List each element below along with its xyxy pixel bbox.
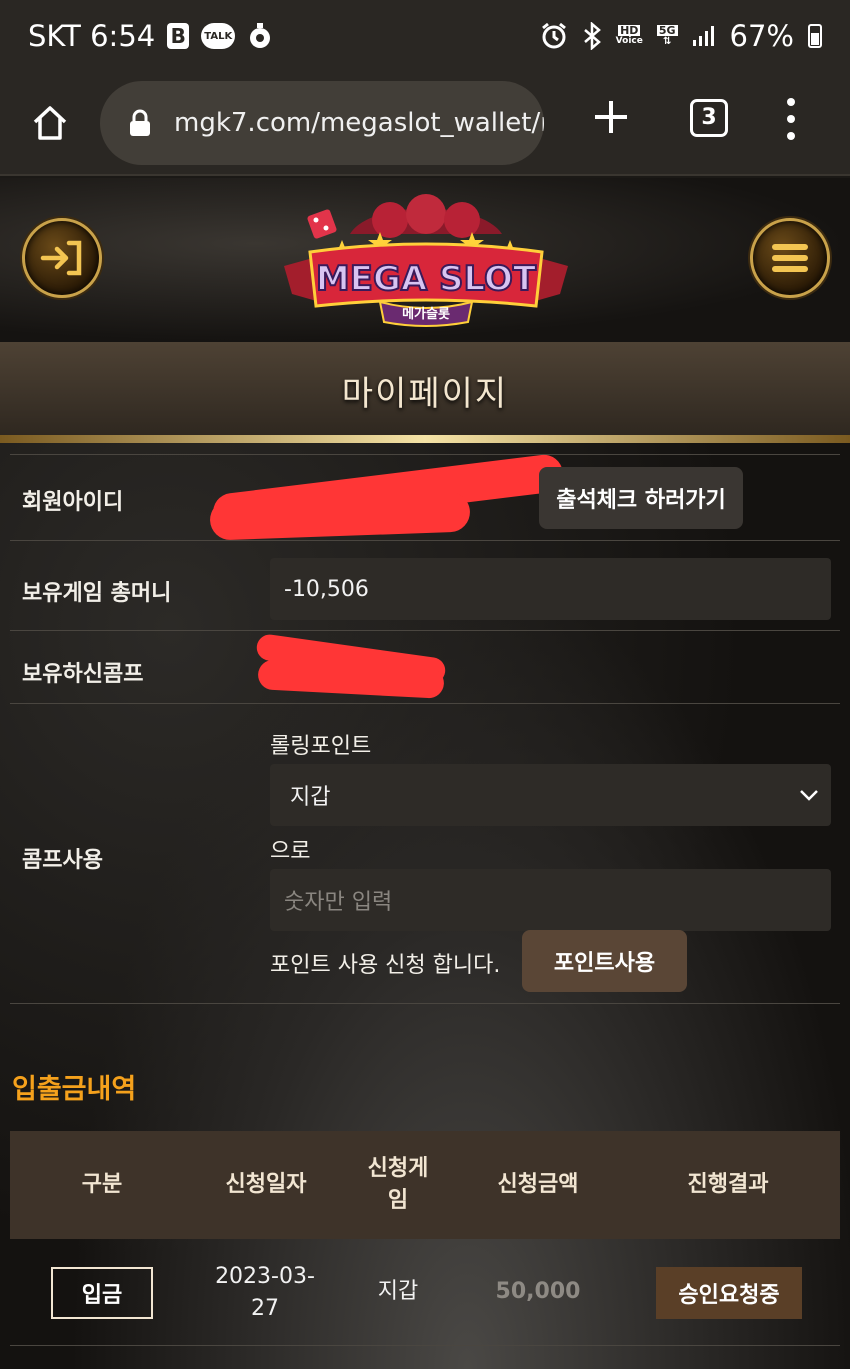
rolling-point-label: 롤링포인트 bbox=[270, 734, 372, 759]
new-tab-button[interactable] bbox=[588, 94, 634, 140]
carrier-time: SKT 6:54 bbox=[28, 19, 156, 53]
history-title: 입출금내역 bbox=[12, 1074, 137, 1105]
alarm-icon bbox=[540, 22, 568, 50]
transaction-type-badge: 입금 bbox=[51, 1267, 153, 1319]
comp-label: 보유하신콤프 bbox=[22, 662, 144, 687]
b-app-icon: B bbox=[167, 23, 190, 49]
battery-icon bbox=[808, 24, 822, 48]
row-divider bbox=[10, 703, 840, 704]
column-header: 신청게 임 bbox=[367, 1156, 429, 1213]
request-amount: 50,000 bbox=[495, 1279, 581, 1304]
column-header: 구분 bbox=[81, 1172, 123, 1197]
home-button[interactable] bbox=[0, 71, 100, 175]
hamburger-icon bbox=[772, 244, 808, 272]
status-bar: SKT 6:54 B TALK HD Voice 5G ⇅ 67% bbox=[0, 0, 850, 72]
row-divider bbox=[10, 1345, 840, 1346]
home-icon bbox=[33, 106, 67, 140]
to-text: 으로 bbox=[270, 839, 311, 864]
tab-switcher-button[interactable]: 3 bbox=[690, 99, 728, 137]
column-header: 진행결과 bbox=[687, 1172, 769, 1197]
network-5g-icon: 5G ⇅ bbox=[656, 24, 678, 47]
hd-voice-icon: HD Voice bbox=[615, 24, 643, 46]
lock-icon bbox=[128, 109, 152, 137]
game-money-value: -10,506 bbox=[270, 558, 831, 620]
attendance-check-button[interactable]: 출석체크 하러가기 bbox=[539, 467, 743, 529]
game-money-label: 보유게임 총머니 bbox=[22, 581, 172, 606]
point-amount-input[interactable]: 숫자만 입력 bbox=[270, 869, 831, 931]
logo-text: MEGA SLOT bbox=[316, 259, 537, 299]
row-divider bbox=[10, 454, 840, 455]
history-table-header: 구분 신청일자 신청게 임 신청금액 진행결과 bbox=[10, 1131, 840, 1239]
request-date: 2023-03- 27 bbox=[215, 1264, 315, 1321]
row-divider bbox=[10, 540, 840, 541]
mega-slot-logo[interactable]: MEGA SLOT 메가슬롯 bbox=[280, 190, 572, 330]
wallet-select-value: 지갑 bbox=[290, 785, 331, 810]
request-game: 지갑 bbox=[377, 1279, 419, 1304]
plus-icon bbox=[595, 101, 627, 133]
point-request-text: 포인트 사용 신청 합니다. bbox=[270, 953, 501, 978]
hamburger-menu-button[interactable] bbox=[750, 218, 830, 298]
bluetooth-icon bbox=[582, 22, 602, 50]
gold-divider bbox=[0, 435, 850, 443]
row-divider bbox=[10, 630, 840, 631]
column-header: 신청일자 bbox=[225, 1172, 307, 1197]
logo-subtext: 메가슬롯 bbox=[402, 307, 450, 322]
comp-use-label: 콤프사용 bbox=[22, 848, 103, 873]
signal-icon bbox=[692, 24, 716, 48]
use-points-button[interactable]: 포인트사용 bbox=[522, 930, 687, 992]
chevron-down-icon bbox=[800, 790, 818, 801]
browser-toolbar: mgk7.com/megaslot_wallet/m 3 bbox=[0, 72, 850, 176]
battery-percent: 67% bbox=[729, 19, 794, 53]
member-id-label: 회원아이디 bbox=[22, 490, 124, 515]
login-arrow-icon bbox=[40, 240, 82, 276]
kakaotalk-icon: TALK bbox=[201, 23, 236, 49]
browser-menu-button[interactable] bbox=[784, 98, 798, 140]
login-button[interactable] bbox=[22, 218, 102, 298]
url-text: mgk7.com/megaslot_wallet/m bbox=[174, 108, 544, 138]
column-header: 신청금액 bbox=[497, 1172, 579, 1197]
row-divider bbox=[10, 1003, 840, 1004]
address-bar[interactable]: mgk7.com/megaslot_wallet/m bbox=[100, 81, 544, 165]
wallet-select[interactable]: 지갑 bbox=[270, 764, 831, 826]
navigation-app-icon bbox=[247, 22, 273, 50]
site-header: MEGA SLOT 메가슬롯 bbox=[0, 178, 850, 342]
page-title: 마이페이지 bbox=[0, 342, 850, 438]
status-badge: 승인요청중 bbox=[656, 1267, 802, 1319]
